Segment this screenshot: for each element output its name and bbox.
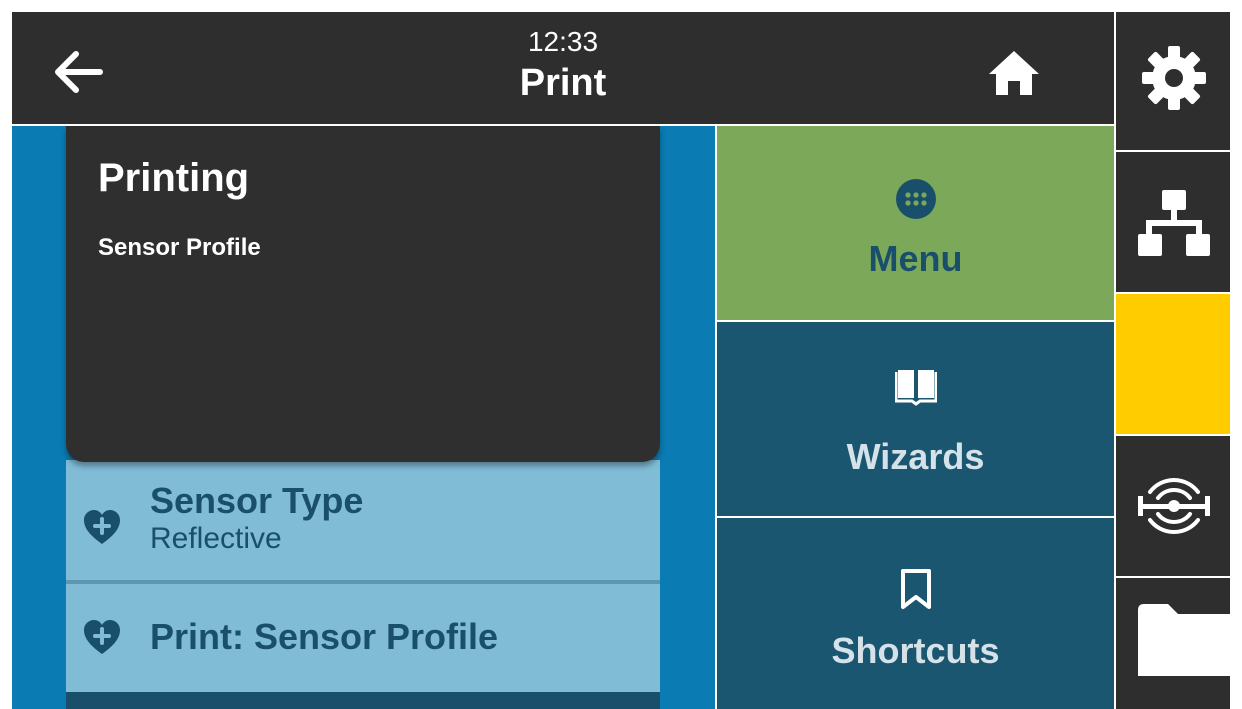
heart-plus-icon [84,620,120,654]
media-sensor-icon [1138,478,1210,534]
list-item-print-sensor-profile[interactable]: Print: Sensor Profile [66,584,660,692]
rail-divider [1114,292,1230,294]
menu-grid-icon [896,179,936,219]
popup-subtitle: Sensor Profile [98,234,261,261]
wizards-button[interactable]: Wizards [717,322,1114,516]
list-item-sensor-type[interactable]: Sensor Type Reflective [66,460,660,580]
page-title: Print [519,62,607,104]
network-icon [1138,190,1210,256]
shortcuts-label: Shortcuts [831,630,1000,671]
right-rail [1116,12,1230,709]
popup-title: Printing [98,156,250,200]
folder-icon [1138,604,1230,676]
shortcuts-button[interactable]: Shortcuts [717,518,1114,709]
printer-display: 12:33 Print Printing Sensor Profile Sens… [12,12,1230,709]
bookmark-icon [901,569,931,609]
menu-label: Menu [868,238,963,279]
status-indicator-button[interactable] [1116,294,1230,434]
clock-time: 12:33 [527,26,599,57]
top-bar: 12:33 Print [12,12,1114,124]
network-button[interactable] [1116,152,1230,292]
content-area: Printing Sensor Profile Sensor Type Refl… [12,126,715,709]
item-value: Reflective [150,522,282,555]
item-title: Sensor Type [150,480,364,521]
heart-plus-icon [84,510,120,544]
list-item-next-partial [66,692,660,709]
item-title: Print: Sensor Profile [150,616,499,657]
files-button[interactable] [1116,578,1230,709]
home-icon[interactable] [985,48,1043,98]
media-sensor-button[interactable] [1116,436,1230,576]
rail-divider [1114,576,1230,578]
rail-divider [1114,150,1230,152]
settings-button[interactable] [1116,12,1230,150]
printing-popup: Printing Sensor Profile [66,126,660,462]
book-icon [895,370,937,406]
menu-button[interactable]: Menu [717,126,1114,320]
rail-divider [1114,434,1230,436]
wizards-label: Wizards [846,436,985,477]
gear-icon [1142,46,1206,110]
